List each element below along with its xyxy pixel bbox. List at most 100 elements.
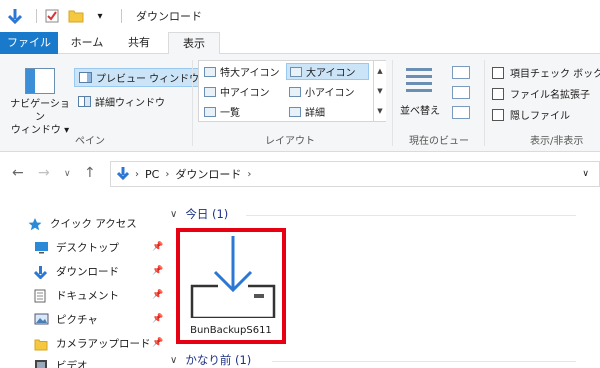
layout-gallery-scroller[interactable]: ▲ ▼ ▼: [373, 61, 386, 121]
chevron-down-icon[interactable]: ∨: [170, 355, 177, 366]
option-label: ファイル名拡張子: [510, 90, 590, 101]
address-dropdown-icon[interactable]: ∨: [582, 169, 589, 179]
list-icon: [204, 106, 216, 117]
group-by-icon[interactable]: [452, 66, 470, 79]
properties-icon[interactable]: [43, 7, 61, 25]
layout-medium-icons[interactable]: 中アイコン: [201, 83, 284, 100]
separator: [121, 9, 122, 23]
details-pane-label: 詳細ウィンドウ: [95, 98, 165, 109]
tab-file[interactable]: ファイル: [0, 32, 58, 54]
nav-downloads[interactable]: ダウンロード 📌: [33, 260, 166, 282]
window-title: ダウンロード: [136, 10, 202, 23]
video-icon: [34, 359, 49, 368]
hidden-items-option[interactable]: 隠しファイル: [492, 104, 600, 125]
chevron-right-icon[interactable]: ›: [135, 169, 139, 180]
tab-home[interactable]: ホーム: [62, 32, 112, 54]
small-icons-icon: [289, 86, 301, 97]
option-label: 項目チェック ボックス: [510, 69, 600, 80]
nav-camera-uploads[interactable]: カメラアップロード 📌: [34, 332, 166, 354]
layout-small-icons[interactable]: 小アイコン: [286, 83, 369, 100]
layout-item-label: 詳細: [305, 108, 325, 119]
separator: [36, 9, 37, 23]
layout-large-icons[interactable]: 大アイコン: [286, 63, 369, 80]
group-label-show-hide: 表示/非表示: [530, 136, 584, 147]
recent-dropdown-icon[interactable]: ∨: [64, 169, 71, 179]
layout-extra-large-icons[interactable]: 特大アイコン: [201, 63, 284, 80]
download-arrow-icon: [6, 7, 24, 25]
tab-share[interactable]: 共有: [116, 32, 162, 54]
separator: [392, 60, 393, 146]
nav-desktop[interactable]: デスクトップ 📌: [34, 236, 166, 258]
layout-item-label: 中アイコン: [220, 88, 270, 99]
tab-view[interactable]: 表示: [168, 32, 220, 55]
group-divider: [272, 361, 576, 362]
navigation-pane: クイック アクセス デスクトップ 📌 ダウンロード 📌 ドキュメント 📌 ピクチ…: [0, 206, 163, 368]
preview-pane-button[interactable]: プレビュー ウィンドウ: [74, 68, 205, 87]
up-arrow-icon[interactable]: ↑: [84, 165, 96, 181]
layout-item-label: 大アイコン: [306, 68, 356, 79]
star-icon: [28, 217, 43, 230]
desktop-icon: [34, 241, 49, 254]
navigation-pane-label-1: ナビゲーション: [10, 99, 70, 123]
download-arrow-icon: [116, 166, 130, 183]
checkbox[interactable]: [492, 87, 504, 100]
size-columns-icon[interactable]: [452, 106, 470, 119]
nav-pictures[interactable]: ピクチャ 📌: [34, 308, 166, 330]
qa-dropdown-icon[interactable]: ▾: [91, 7, 109, 25]
nav-item-label: カメラアップロード: [56, 337, 151, 350]
separator: [484, 60, 485, 146]
separator: [192, 60, 193, 146]
breadcrumb-downloads[interactable]: ダウンロード: [175, 166, 241, 182]
layout-gallery: 特大アイコン 大アイコン 中アイコン 小アイコン 一覧 詳細 ▲ ▼ ▼: [198, 60, 386, 122]
group-header-today[interactable]: ∨ 今日 (1): [170, 206, 228, 222]
navigation-pane-button[interactable]: ナビゲーション ウィンドウ ▾: [8, 62, 72, 137]
breadcrumb-pc[interactable]: PC: [145, 168, 159, 181]
chevron-right-icon[interactable]: ›: [165, 169, 169, 180]
nav-item-label: クイック アクセス: [50, 217, 137, 230]
details-pane-button[interactable]: 詳細ウィンドウ: [74, 92, 169, 111]
group-divider: [246, 215, 576, 216]
nav-item-label: デスクトップ: [56, 241, 119, 254]
group-header-label: かなり前 (1): [185, 353, 252, 367]
layout-list[interactable]: 一覧: [201, 103, 284, 120]
sort-by-icon[interactable]: [406, 66, 432, 92]
address-bar[interactable]: › PC › ダウンロード › ∨: [110, 161, 600, 187]
pictures-icon: [34, 313, 49, 326]
option-label: 隠しファイル: [510, 111, 570, 122]
file-extensions-option[interactable]: ファイル名拡張子: [492, 83, 600, 104]
group-label-pane: ペイン: [75, 136, 105, 147]
add-columns-icon[interactable]: [452, 86, 470, 99]
layout-details[interactable]: 詳細: [286, 103, 369, 120]
scroll-down-icon[interactable]: ▼: [374, 81, 386, 101]
extra-large-icons-icon: [204, 66, 216, 77]
ribbon: ナビゲーション ウィンドウ ▾ プレビュー ウィンドウ 詳細ウィンドウ ペイン …: [0, 54, 600, 152]
preview-pane-icon: [79, 72, 92, 83]
document-icon: [34, 289, 49, 302]
back-arrow-icon[interactable]: ←: [12, 165, 24, 181]
layout-item-label: 特大アイコン: [220, 68, 280, 79]
expand-gallery-icon[interactable]: ▼: [374, 101, 386, 121]
nav-item-label: ダウンロード: [56, 265, 119, 278]
sort-by-button[interactable]: 並べ替え: [398, 102, 442, 117]
file-item-bunbackup[interactable]: BunBackupS611: [176, 228, 286, 344]
group-header-label: 今日 (1): [185, 207, 229, 221]
forward-arrow-icon[interactable]: →: [38, 165, 50, 181]
chevron-down-icon[interactable]: ∨: [170, 209, 177, 220]
scroll-up-icon[interactable]: ▲: [374, 61, 386, 81]
group-header-long-ago[interactable]: ∨ かなり前 (1): [170, 352, 251, 368]
checkbox[interactable]: [492, 108, 504, 121]
nav-documents[interactable]: ドキュメント 📌: [34, 284, 166, 306]
show-hide-group: 項目チェック ボックス ファイル名拡張子 隠しファイル: [492, 62, 600, 125]
checkbox[interactable]: [492, 66, 504, 79]
nav-quick-access[interactable]: クイック アクセス: [28, 212, 160, 234]
item-checkboxes-option[interactable]: 項目チェック ボックス: [492, 62, 600, 83]
details-icon: [289, 106, 301, 117]
nav-videos[interactable]: ビデオ: [34, 354, 166, 368]
address-bar-row: ← → ∨ ↑ › PC › ダウンロード › ∨: [0, 160, 600, 188]
chevron-right-icon[interactable]: ›: [247, 169, 251, 180]
new-folder-icon[interactable]: [67, 7, 85, 25]
nav-item-label: ドキュメント: [56, 289, 119, 302]
large-icons-icon: [290, 66, 302, 77]
layout-item-label: 小アイコン: [305, 88, 355, 99]
group-label-layout: レイアウト: [265, 136, 315, 147]
